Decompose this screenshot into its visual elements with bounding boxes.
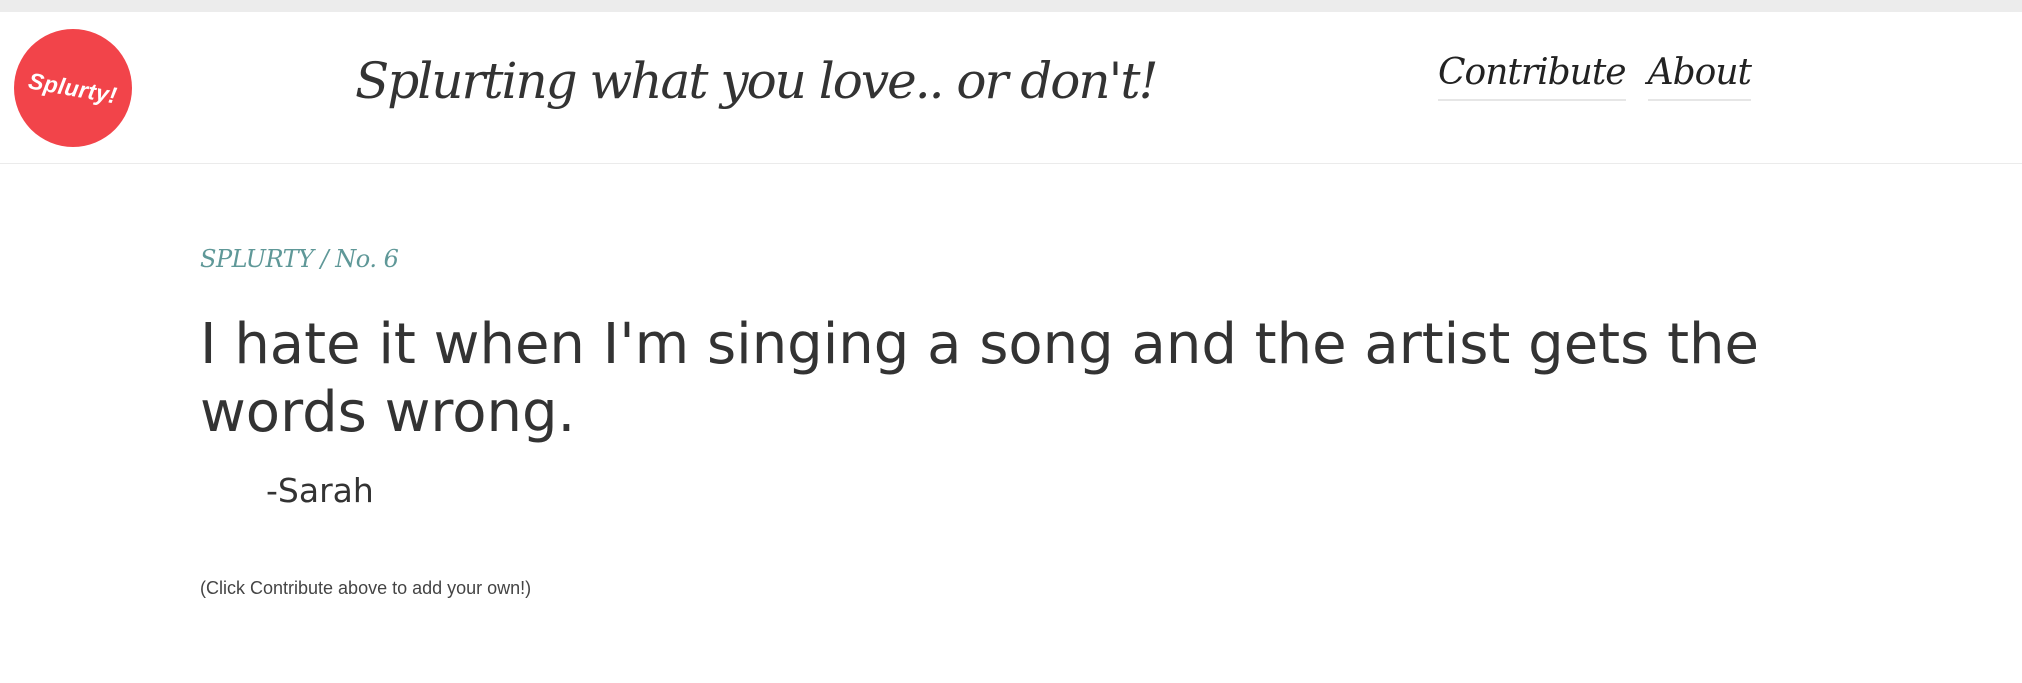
- site-header: Splurty! Splurting what you love.. or do…: [0, 12, 2022, 164]
- quote-text: I hate it when I'm singing a song and th…: [200, 312, 1760, 445]
- logo-link[interactable]: Splurty!: [14, 29, 132, 147]
- nav-about-link[interactable]: About: [1647, 52, 1752, 101]
- contribute-hint: (Click Contribute above to add your own!…: [200, 578, 532, 598]
- top-strip: [0, 0, 2022, 12]
- site-tagline: Splurting what you love.. or don't!: [355, 52, 1159, 110]
- main-content: SPLURTY / No. 6 I hate it when I'm singi…: [200, 245, 1820, 599]
- main-nav: Contribute About: [1438, 52, 1752, 101]
- logo-text: Splurty!: [26, 66, 120, 109]
- nav-contribute-link[interactable]: Contribute: [1438, 52, 1627, 101]
- quote-author: -Sarah: [266, 471, 374, 510]
- breadcrumb: SPLURTY / No. 6: [200, 245, 399, 273]
